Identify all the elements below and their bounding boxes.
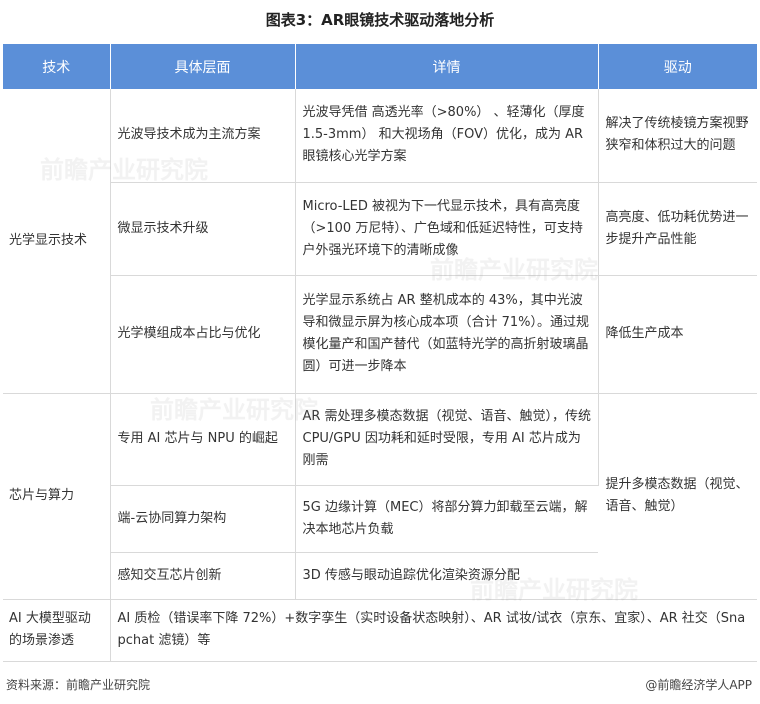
detail-cell-ai: AI 质检（错误率下降 72%）+数字孪生（实时设备状态映射）、AR 试妆/试衣… xyxy=(110,599,757,662)
table-row: 微显示技术升级 Micro-LED 被视为下一代显示技术，具有高亮度（>100 … xyxy=(3,182,757,276)
aspect-cell: 微显示技术升级 xyxy=(110,182,296,276)
tech-cell-chips: 芯片与算力 xyxy=(3,393,111,600)
table-row: 光学模组成本占比与优化 光学显示系统占 AR 整机成本的 43%，其中光波导和微… xyxy=(3,275,757,394)
detail-cell: 3D 传感与眼动追踪优化渲染资源分配 xyxy=(295,552,598,600)
detail-cell: 光学显示系统占 AR 整机成本的 43%，其中光波导和微显示屏为核心成本项（合计… xyxy=(295,275,599,394)
figure-title: 图表3：AR眼镜技术驱动落地分析 xyxy=(265,11,495,29)
table-row: AI 大模型驱动的场景渗透 AI 质检（错误率下降 72%）+数字孪生（实时设备… xyxy=(3,599,757,662)
driver-cell-chips: 提升多模态数据（视觉、语音、触觉） xyxy=(598,393,757,600)
driver-cell: 高亮度、低功耗优势进一步提升产品性能 xyxy=(598,182,757,276)
tech-cell-optical: 光学显示技术 xyxy=(3,89,111,394)
driver-cell: 降低生产成本 xyxy=(598,275,757,394)
detail-cell: Micro-LED 被视为下一代显示技术，具有高亮度（>100 万尼特）、广色域… xyxy=(295,182,599,276)
aspect-cell: 端-云协同算力架构 xyxy=(110,485,296,553)
header-detail: 详情 xyxy=(295,44,599,89)
header-aspect: 具体层面 xyxy=(110,44,296,89)
source-note: 资料来源：前瞻产业研究院 xyxy=(6,678,151,692)
header-tech: 技术 xyxy=(3,44,111,89)
footer: 资料来源：前瞻产业研究院 @前瞻经济学人APP xyxy=(0,676,760,696)
aspect-cell: 专用 AI 芯片与 NPU 的崛起 xyxy=(110,393,296,486)
detail-cell: 光波导凭借 高透光率（>80%） 、轻薄化（厚度 1.5-3mm） 和大视场角（… xyxy=(295,89,599,183)
table-row: 芯片与算力 专用 AI 芯片与 NPU 的崛起 AR 需处理多模态数据（视觉、语… xyxy=(3,393,757,600)
aspect-cell: 光学模组成本占比与优化 xyxy=(110,275,296,394)
header-driver: 驱动 xyxy=(598,44,757,89)
aspect-cell: 光波导技术成为主流方案 xyxy=(110,89,296,183)
detail-cell: 5G 边缘计算（MEC）将部分算力卸载至云端，解决本地芯片负载 xyxy=(295,485,598,553)
detail-cell: AR 需处理多模态数据（视觉、语音、触觉），传统 CPU/GPU 因功耗和延时受… xyxy=(295,393,599,486)
tech-cell-ai: AI 大模型驱动的场景渗透 xyxy=(3,599,111,662)
table-header-row: 技术 具体层面 详情 驱动 xyxy=(3,44,757,89)
brand-note: @前瞻经济学人APP xyxy=(645,678,752,692)
driver-cell: 解决了传统棱镜方案视野狭窄和体积过大的问题 xyxy=(598,89,757,183)
aspect-cell: 感知交互芯片创新 xyxy=(110,552,296,600)
table-row: 光学显示技术 光波导技术成为主流方案 光波导凭借 高透光率（>80%） 、轻薄化… xyxy=(3,89,757,394)
analysis-table: 技术 具体层面 详情 驱动 光学显示技术 光波导技术成为主流方案 光波导凭借 高… xyxy=(3,44,757,662)
